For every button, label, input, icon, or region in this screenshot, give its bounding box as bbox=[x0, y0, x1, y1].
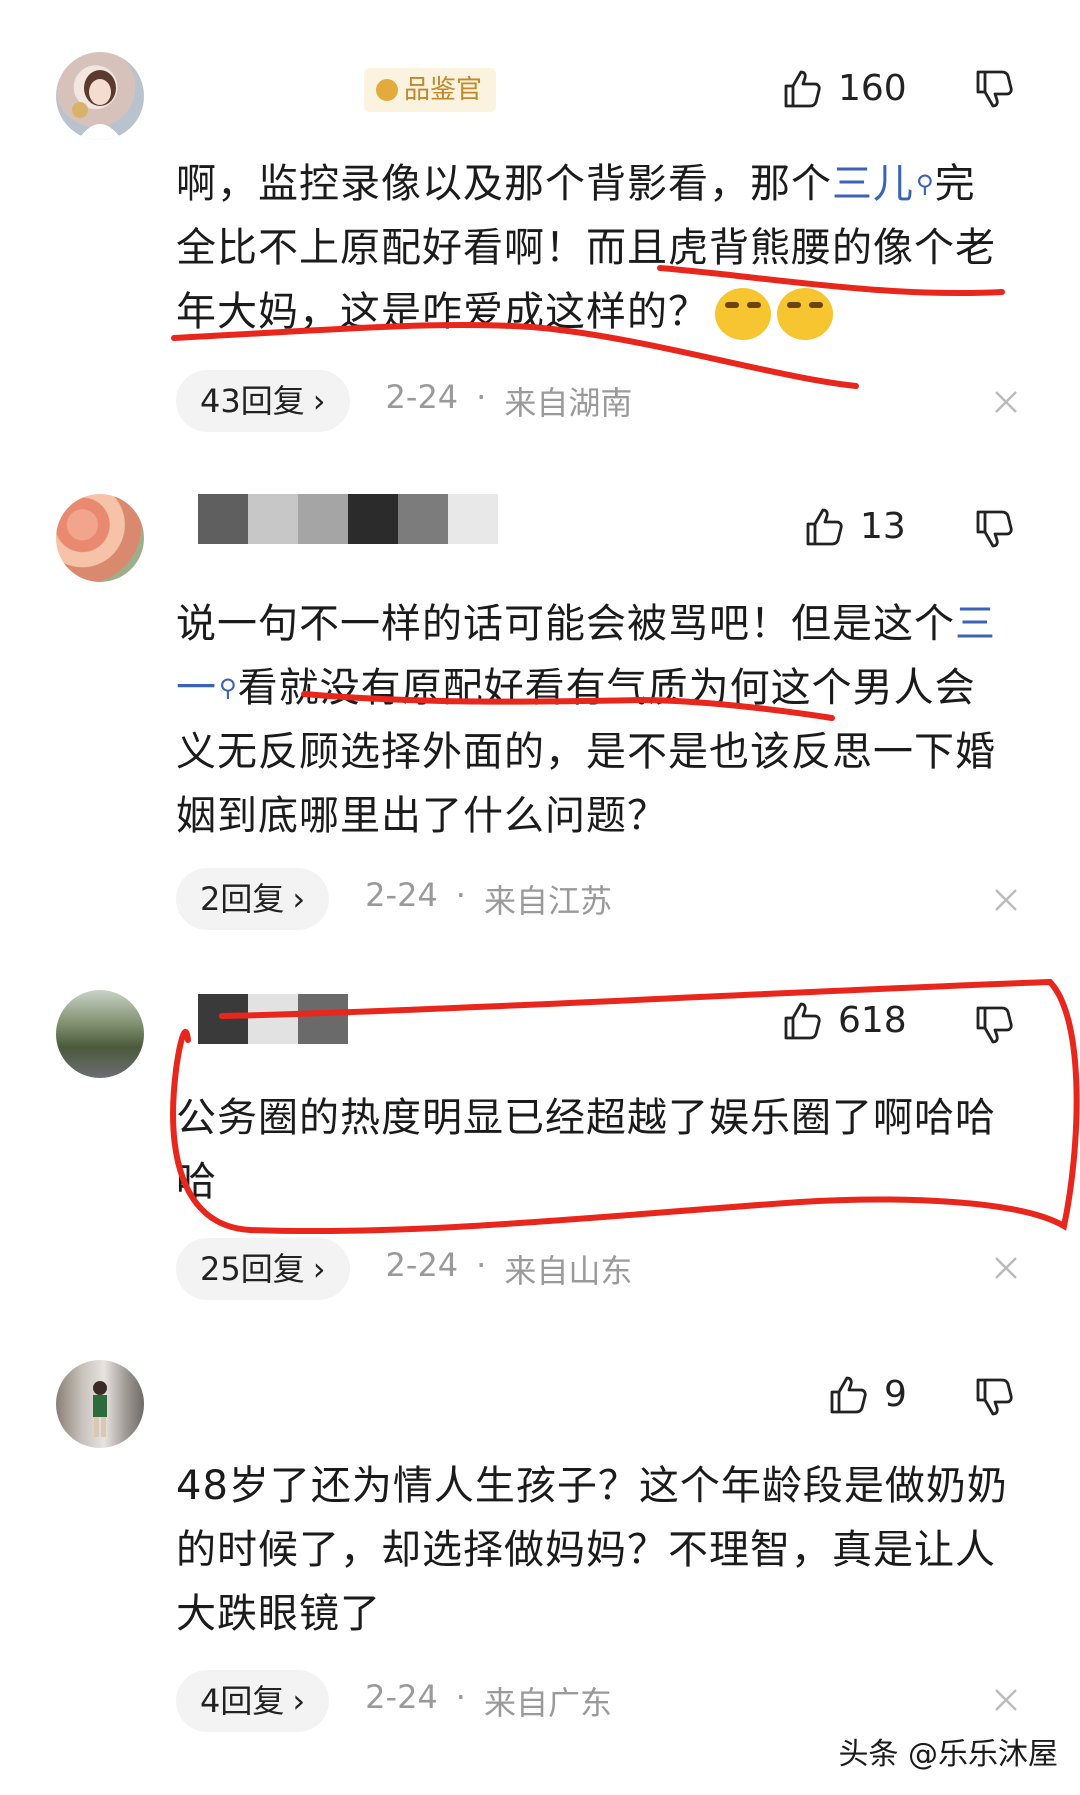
thumbs-down-icon[interactable] bbox=[972, 68, 1016, 112]
avatar[interactable] bbox=[56, 52, 144, 140]
replies-button[interactable]: 4回复 › bbox=[176, 1670, 330, 1732]
replies-label: 2回复 bbox=[200, 880, 285, 918]
thumbs-up-icon bbox=[830, 1376, 867, 1414]
comment-date: 2-24 bbox=[365, 876, 438, 914]
search-link-icon: ⚲ bbox=[219, 674, 238, 702]
badge-check-icon bbox=[376, 79, 398, 101]
replies-label: 4回复 bbox=[200, 1682, 285, 1720]
comment-meta: 2-24 · 来自山东 bbox=[386, 1246, 633, 1292]
like-count: 160 bbox=[838, 67, 907, 109]
avatar-figure-icon bbox=[93, 1381, 107, 1437]
like-button[interactable]: 160 bbox=[780, 66, 907, 110]
comment-text: 啊，监控录像以及那个背影看，那个三儿⚲完全比不上原配好看啊！而且虎背熊腰的像个老… bbox=[176, 152, 1016, 344]
chevron-right-icon: › bbox=[292, 1682, 306, 1720]
comment-text-segment: 说一句不一样的话可能会被骂吧！但是这个 bbox=[176, 601, 955, 647]
close-icon[interactable] bbox=[990, 884, 1022, 916]
chevron-right-icon: › bbox=[312, 382, 326, 420]
replies-label: 43回复 bbox=[200, 382, 305, 420]
thumbs-up-icon bbox=[806, 508, 843, 546]
comment-meta: 2-24 · 来自广东 bbox=[365, 1678, 612, 1724]
like-button[interactable]: 9 bbox=[826, 1372, 907, 1416]
like-count: 13 bbox=[860, 505, 906, 547]
chevron-right-icon: › bbox=[312, 1250, 326, 1288]
avatar[interactable] bbox=[56, 990, 144, 1078]
comment-text: 48岁了还为情人生孩子？这个年龄段是做奶奶的时候了，却选择做妈妈？不理智，真是让… bbox=[176, 1463, 1008, 1637]
comment-meta: 2-24 · 来自江苏 bbox=[365, 876, 612, 922]
avatar[interactable] bbox=[56, 1360, 144, 1448]
laugh-cry-emoji bbox=[777, 288, 833, 340]
replies-button[interactable]: 25回复 › bbox=[176, 1238, 350, 1300]
comment-footer: 25回复 › 2-24 · 来自山东 bbox=[176, 1238, 632, 1300]
comment-footer: 2回复 › 2-24 · 来自江苏 bbox=[176, 868, 612, 930]
comment-text-segment: 看就没有原配好看有气质为何这个男人会义无反顾选择外面的，是不是也该反思一下婚姻到… bbox=[176, 665, 996, 839]
thumbs-up-icon bbox=[784, 70, 821, 108]
avatar[interactable] bbox=[56, 494, 144, 582]
comment-footer: 43回复 › 2-24 · 来自湖南 bbox=[176, 370, 632, 432]
comment-location: 来自江苏 bbox=[483, 882, 612, 920]
username-redacted bbox=[198, 494, 498, 544]
replies-button[interactable]: 43回复 › bbox=[176, 370, 350, 432]
comment-text-segment: 啊，监控录像以及那个背影看，那个 bbox=[176, 161, 832, 207]
thumbs-up-icon bbox=[784, 1002, 821, 1040]
search-link-icon: ⚲ bbox=[916, 170, 935, 198]
thumbs-down-icon[interactable] bbox=[972, 1376, 1016, 1420]
close-icon[interactable] bbox=[990, 1684, 1022, 1716]
watermark: 头条 @乐乐沐屋 bbox=[838, 1737, 1058, 1772]
comment-date: 2-24 bbox=[385, 378, 459, 416]
meta-separator: · bbox=[455, 876, 466, 914]
like-count: 9 bbox=[884, 1373, 907, 1415]
close-icon[interactable] bbox=[990, 1252, 1022, 1284]
avatar-figure-icon bbox=[72, 70, 122, 140]
meta-separator: · bbox=[455, 1678, 466, 1716]
thumbs-down-icon[interactable] bbox=[972, 1004, 1016, 1048]
username-redacted bbox=[198, 994, 348, 1044]
meta-separator: · bbox=[476, 1246, 487, 1284]
like-button[interactable]: 13 bbox=[802, 504, 906, 548]
like-button[interactable]: 618 bbox=[780, 998, 907, 1042]
comment-text: 说一句不一样的话可能会被骂吧！但是这个三一⚲看就没有原配好看有气质为何这个男人会… bbox=[176, 592, 1016, 848]
meta-separator: · bbox=[476, 378, 487, 416]
search-link[interactable]: 三儿⚲ bbox=[832, 161, 935, 207]
badge-label: 品鉴官 bbox=[404, 75, 483, 105]
thumbs-down-icon[interactable] bbox=[972, 508, 1016, 552]
badge-taster: 品鉴官 bbox=[364, 68, 497, 112]
search-link-label: 三儿 bbox=[832, 161, 914, 207]
laugh-cry-emoji bbox=[715, 288, 771, 340]
comment-text: 公务圈的热度明显已经超越了娱乐圈了啊哈哈哈 bbox=[176, 1095, 996, 1205]
comment-footer: 4回复 › 2-24 · 来自广东 bbox=[176, 1670, 612, 1732]
comment-location: 来自山东 bbox=[504, 1252, 633, 1290]
comment-date: 2-24 bbox=[365, 1678, 438, 1716]
like-count: 618 bbox=[838, 999, 907, 1041]
replies-button[interactable]: 2回复 › bbox=[176, 868, 330, 930]
comment-location: 来自广东 bbox=[483, 1684, 612, 1722]
replies-label: 25回复 bbox=[200, 1250, 305, 1288]
comment-location: 来自湖南 bbox=[504, 384, 633, 422]
close-icon[interactable] bbox=[990, 386, 1022, 418]
comment-date: 2-24 bbox=[385, 1246, 459, 1284]
chevron-right-icon: › bbox=[292, 880, 306, 918]
comment-meta: 2-24 · 来自湖南 bbox=[386, 378, 633, 424]
